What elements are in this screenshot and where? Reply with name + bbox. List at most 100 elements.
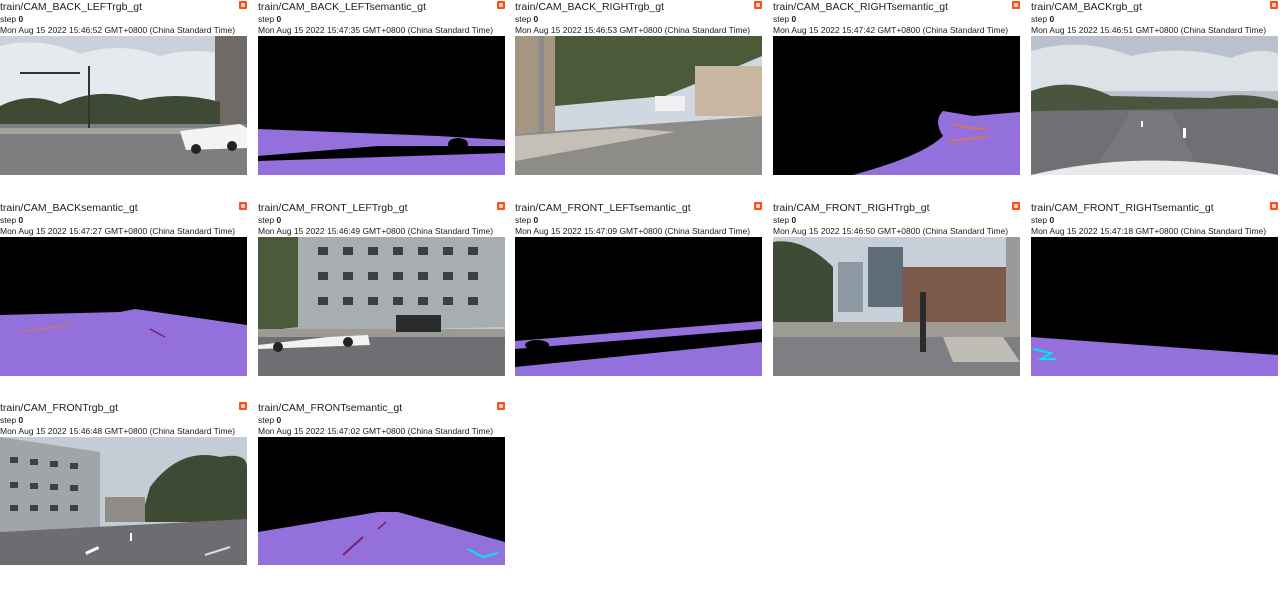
image-card: train/CAM_BACK_LEFTrgb_gt step 0 Mon Aug… bbox=[0, 0, 247, 196]
step-row: step 0 bbox=[515, 215, 762, 226]
card-header: train/CAM_FRONTrgb_gt step 0 Mon Aug 15 … bbox=[0, 401, 247, 437]
image-card: train/CAM_BACK_LEFTsemantic_gt step 0 Mo… bbox=[258, 0, 505, 196]
step-label: step bbox=[258, 415, 275, 425]
pin-icon[interactable] bbox=[754, 202, 762, 210]
timestamp: Mon Aug 15 2022 15:47:27 GMT+0800 (China… bbox=[0, 226, 236, 236]
card-header: train/CAM_FRONTsemantic_gt step 0 Mon Au… bbox=[258, 401, 505, 437]
image-card: train/CAM_FRONT_LEFTrgb_gt step 0 Mon Au… bbox=[258, 201, 505, 397]
step-row: step 0 bbox=[515, 14, 762, 25]
camera-image[interactable] bbox=[258, 437, 505, 565]
step-label: step bbox=[773, 215, 790, 225]
image-card: train/CAM_BACKrgb_gt step 0 Mon Aug 15 2… bbox=[1031, 0, 1278, 196]
pin-icon[interactable] bbox=[1012, 202, 1020, 210]
step-value: 0 bbox=[533, 215, 539, 225]
image-card: train/CAM_FRONT_LEFTsemantic_gt step 0 M… bbox=[515, 201, 762, 397]
camera-image[interactable] bbox=[1031, 36, 1278, 175]
card-tag: train/CAM_BACK_LEFTsemantic_gt bbox=[258, 1, 427, 13]
card-tag: train/CAM_FRONT_RIGHTsemantic_gt bbox=[1031, 202, 1214, 214]
timestamp: Mon Aug 15 2022 15:47:02 GMT+0800 (China… bbox=[258, 426, 494, 436]
step-row: step 0 bbox=[0, 14, 247, 25]
step-value: 0 bbox=[276, 215, 282, 225]
card-tag: train/CAM_BACK_RIGHTsemantic_gt bbox=[773, 1, 949, 13]
step-row: step 0 bbox=[1031, 215, 1278, 226]
camera-image[interactable] bbox=[515, 237, 762, 376]
pin-icon[interactable] bbox=[497, 202, 505, 210]
step-value: 0 bbox=[276, 415, 282, 425]
camera-image[interactable] bbox=[258, 237, 505, 376]
card-tag: train/CAM_FRONTsemantic_gt bbox=[258, 402, 403, 414]
step-row: step 0 bbox=[258, 14, 505, 25]
card-header: train/CAM_BACK_LEFTsemantic_gt step 0 Mo… bbox=[258, 0, 505, 36]
camera-image[interactable] bbox=[1031, 237, 1278, 376]
card-tag: train/CAM_FRONT_RIGHTrgb_gt bbox=[773, 202, 930, 214]
pin-icon[interactable] bbox=[497, 1, 505, 9]
pin-icon[interactable] bbox=[239, 402, 247, 410]
card-header: train/CAM_BACKrgb_gt step 0 Mon Aug 15 2… bbox=[1031, 0, 1278, 36]
timestamp: Mon Aug 15 2022 15:46:48 GMT+0800 (China… bbox=[0, 426, 236, 436]
pin-icon[interactable] bbox=[1270, 202, 1278, 210]
step-row: step 0 bbox=[773, 215, 1020, 226]
camera-image[interactable] bbox=[0, 36, 247, 175]
step-value: 0 bbox=[533, 14, 539, 24]
step-row: step 0 bbox=[258, 415, 505, 426]
timestamp: Mon Aug 15 2022 15:47:18 GMT+0800 (China… bbox=[1031, 226, 1267, 236]
timestamp: Mon Aug 15 2022 15:46:49 GMT+0800 (China… bbox=[258, 226, 494, 236]
image-card: train/CAM_FRONT_RIGHTsemantic_gt step 0 … bbox=[1031, 201, 1278, 397]
camera-image[interactable] bbox=[773, 237, 1020, 376]
step-value: 0 bbox=[18, 215, 24, 225]
step-label: step bbox=[515, 215, 532, 225]
step-value: 0 bbox=[791, 215, 797, 225]
image-card: train/CAM_FRONT_RIGHTrgb_gt step 0 Mon A… bbox=[773, 201, 1020, 397]
step-row: step 0 bbox=[258, 215, 505, 226]
step-row: step 0 bbox=[0, 215, 247, 226]
step-label: step bbox=[258, 14, 275, 24]
image-card: train/CAM_BACK_RIGHTrgb_gt step 0 Mon Au… bbox=[515, 0, 762, 196]
step-label: step bbox=[773, 14, 790, 24]
timestamp: Mon Aug 15 2022 15:47:35 GMT+0800 (China… bbox=[258, 25, 494, 35]
card-header: train/CAM_BACK_RIGHTrgb_gt step 0 Mon Au… bbox=[515, 0, 762, 36]
image-card: train/CAM_FRONTsemantic_gt step 0 Mon Au… bbox=[258, 401, 505, 597]
step-value: 0 bbox=[791, 14, 797, 24]
image-card: train/CAM_BACK_RIGHTsemantic_gt step 0 M… bbox=[773, 0, 1020, 196]
pin-icon[interactable] bbox=[1012, 1, 1020, 9]
card-header: train/CAM_BACK_LEFTrgb_gt step 0 Mon Aug… bbox=[0, 0, 247, 36]
timestamp: Mon Aug 15 2022 15:46:52 GMT+0800 (China… bbox=[0, 25, 236, 35]
card-tag: train/CAM_BACK_RIGHTrgb_gt bbox=[515, 1, 664, 13]
step-value: 0 bbox=[1049, 215, 1055, 225]
camera-image[interactable] bbox=[0, 237, 247, 376]
camera-image[interactable] bbox=[773, 36, 1020, 175]
timestamp: Mon Aug 15 2022 15:46:53 GMT+0800 (China… bbox=[515, 25, 751, 35]
step-label: step bbox=[515, 14, 532, 24]
camera-image[interactable] bbox=[0, 437, 247, 565]
step-label: step bbox=[0, 415, 17, 425]
timestamp: Mon Aug 15 2022 15:47:42 GMT+0800 (China… bbox=[773, 25, 1009, 35]
timestamp: Mon Aug 15 2022 15:47:09 GMT+0800 (China… bbox=[515, 226, 751, 236]
step-value: 0 bbox=[18, 14, 24, 24]
card-tag: train/CAM_FRONT_LEFTrgb_gt bbox=[258, 202, 408, 214]
card-header: train/CAM_FRONT_RIGHTrgb_gt step 0 Mon A… bbox=[773, 201, 1020, 237]
step-label: step bbox=[1031, 14, 1048, 24]
card-tag: train/CAM_FRONTrgb_gt bbox=[0, 402, 119, 414]
card-tag: train/CAM_BACKsemantic_gt bbox=[0, 202, 138, 214]
step-row: step 0 bbox=[1031, 14, 1278, 25]
camera-image[interactable] bbox=[515, 36, 762, 175]
pin-icon[interactable] bbox=[1270, 1, 1278, 9]
step-row: step 0 bbox=[0, 415, 247, 426]
pin-icon[interactable] bbox=[239, 1, 247, 9]
step-label: step bbox=[0, 215, 17, 225]
camera-image[interactable] bbox=[258, 36, 505, 175]
pin-icon[interactable] bbox=[239, 202, 247, 210]
step-label: step bbox=[1031, 215, 1048, 225]
card-tag: train/CAM_BACKrgb_gt bbox=[1031, 1, 1142, 13]
card-tag: train/CAM_FRONT_LEFTsemantic_gt bbox=[515, 202, 691, 214]
step-label: step bbox=[258, 215, 275, 225]
step-value: 0 bbox=[18, 415, 24, 425]
timestamp: Mon Aug 15 2022 15:46:51 GMT+0800 (China… bbox=[1031, 25, 1267, 35]
step-label: step bbox=[0, 14, 17, 24]
pin-icon[interactable] bbox=[497, 402, 505, 410]
card-header: train/CAM_FRONT_LEFTsemantic_gt step 0 M… bbox=[515, 201, 762, 237]
image-card: train/CAM_BACKsemantic_gt step 0 Mon Aug… bbox=[0, 201, 247, 397]
step-value: 0 bbox=[1049, 14, 1055, 24]
pin-icon[interactable] bbox=[754, 1, 762, 9]
image-card: train/CAM_FRONTrgb_gt step 0 Mon Aug 15 … bbox=[0, 401, 247, 597]
